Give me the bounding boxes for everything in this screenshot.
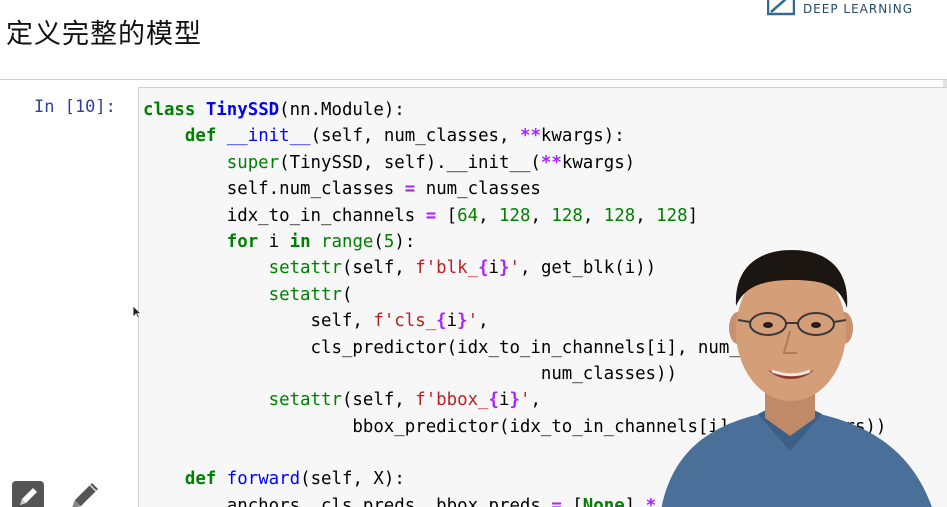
- page-title: 定义完整的模型: [6, 19, 202, 50]
- code-token: ,: [530, 390, 541, 411]
- pencil-glyph-light: [72, 483, 98, 507]
- code-token: 128: [551, 205, 583, 226]
- code-token: (self, num_classes,: [310, 126, 520, 147]
- code-token: (: [373, 231, 384, 252]
- presenter-video-overlay: [661, 250, 932, 507]
- code-token: TinySSD: [205, 100, 280, 120]
- code-token: =: [404, 179, 416, 200]
- code-token: =: [551, 495, 562, 507]
- code-token: (self,: [341, 258, 416, 279]
- code-token: ': [467, 311, 479, 332]
- code-line: idx_to_in_channels = [64, 128, 128, 128,…: [143, 203, 886, 229]
- notebook-slide: 定义完整的模型 DEEP LEARNING In [10]: class Tin…: [0, 0, 947, 507]
- code-token: ': [509, 258, 520, 279]
- code-token: ,: [478, 205, 500, 226]
- code-token: i: [446, 311, 458, 332]
- code-token: 128: [656, 205, 688, 226]
- code-token: , get_blk(i)): [520, 258, 657, 279]
- code-token: f'cls_: [373, 311, 437, 332]
- code-token: ,: [530, 205, 552, 226]
- code-token: kwargs): [561, 152, 636, 173]
- code-token: forward: [226, 469, 301, 490]
- code-token: idx_to_in_channels: [143, 205, 426, 226]
- code-token: {: [478, 258, 489, 279]
- code-token: }: [457, 311, 468, 332]
- code-token: (nn.Module):: [279, 100, 405, 120]
- code-token: super: [226, 152, 280, 173]
- pencil-icon[interactable]: [12, 481, 44, 507]
- code-token: [: [561, 495, 583, 507]
- code-token: ):: [394, 231, 416, 252]
- code-token: self.num_classes: [143, 179, 405, 200]
- code-token: f'bbox_: [415, 390, 489, 411]
- code-token: ]: [687, 205, 699, 226]
- code-token: (self,: [341, 390, 416, 411]
- mouse-pointer-icon: [132, 305, 142, 319]
- code-token: setattr: [268, 258, 342, 279]
- code-token: num_classes)): [143, 363, 677, 384]
- code-token: **: [540, 152, 562, 173]
- code-token: {: [436, 311, 447, 332]
- code-token: 64: [457, 205, 479, 226]
- code-token: ,: [478, 311, 489, 332]
- code-token: (TinySSD, self).__init__(: [279, 152, 541, 173]
- code-token: 5: [383, 231, 395, 252]
- code-token: None: [582, 495, 625, 507]
- code-token: setattr: [268, 284, 342, 305]
- code-token: i: [488, 258, 500, 279]
- code-token: [: [436, 205, 458, 226]
- code-line: class TinySSD(nn.Module):: [143, 97, 886, 123]
- header-divider: [0, 79, 947, 80]
- code-token: def: [184, 469, 217, 490]
- code-token: 128: [499, 205, 531, 226]
- code-token: f'blk_: [415, 258, 479, 279]
- code-token: class: [143, 100, 196, 120]
- code-token: ,: [635, 205, 657, 226]
- code-token: **: [519, 126, 541, 147]
- code-token: ,: [582, 205, 604, 226]
- code-token: (self, X):: [300, 469, 405, 490]
- pencil-icon[interactable]: [66, 480, 106, 507]
- code-token: (: [341, 284, 353, 305]
- code-token: i: [258, 231, 290, 252]
- pencil-glyph-dark: [20, 488, 37, 505]
- code-token: setattr: [268, 390, 342, 411]
- code-token: range: [321, 231, 374, 252]
- d2l-logo-icon: [766, 0, 795, 16]
- code-token: anchors, cls_preds, bbox_preds: [143, 495, 552, 507]
- code-line: super(TinySSD, self).__init__(**kwargs): [143, 150, 886, 176]
- code-token: {: [488, 390, 500, 411]
- code-token: self,: [143, 311, 374, 332]
- code-token: in: [289, 231, 311, 252]
- code-line: def __init__(self, num_classes, **kwargs…: [143, 123, 886, 149]
- code-token: for: [226, 231, 259, 252]
- cell-input-prompt: In [10]:: [34, 97, 116, 117]
- code-token: ': [519, 390, 531, 411]
- code-line: self.num_classes = num_classes: [143, 176, 886, 202]
- code-token: __init__: [226, 126, 311, 147]
- code-token: }: [509, 390, 520, 411]
- code-token: 128: [603, 205, 636, 226]
- code-token: kwargs):: [540, 126, 625, 147]
- code-token: num_classes: [415, 179, 541, 200]
- brand-text: DEEP LEARNING: [802, 2, 913, 16]
- code-token: def: [184, 126, 217, 147]
- code-token: }: [499, 258, 510, 279]
- code-token: i: [499, 390, 510, 411]
- code-token: =: [425, 205, 437, 226]
- brand-logo: DEEP LEARNING: [766, 0, 913, 16]
